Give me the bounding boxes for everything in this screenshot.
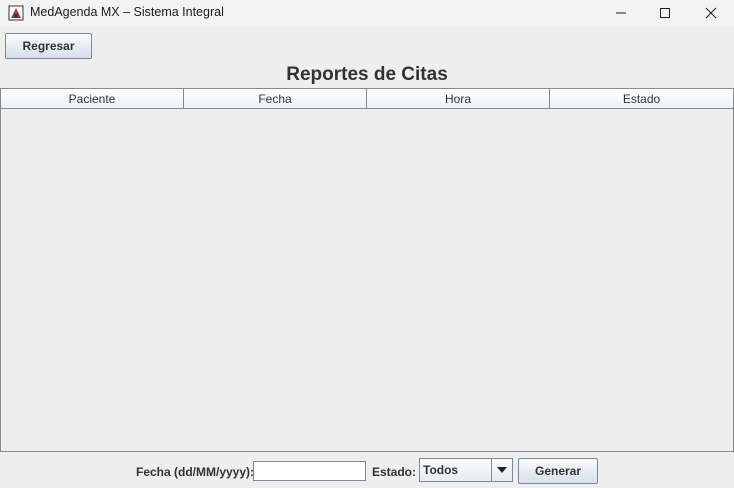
app-logo-icon [8, 5, 24, 21]
close-button[interactable] [688, 0, 734, 26]
page-title: Reportes de Citas [286, 64, 448, 85]
status-filter-value: Todos [423, 463, 459, 477]
chevron-down-icon[interactable] [491, 459, 512, 481]
column-header-fecha[interactable]: Fecha [184, 89, 367, 109]
back-button[interactable]: Regresar [5, 33, 92, 59]
generate-button[interactable]: Generar [518, 458, 598, 484]
appointments-table[interactable]: Paciente Fecha Hora Estado [0, 88, 734, 452]
date-filter-label: Fecha (dd/MM/yyyy): [136, 465, 255, 479]
title-bar: MedAgenda MX – Sistema Integral [0, 0, 734, 26]
date-filter-input[interactable] [253, 461, 366, 481]
maximize-button[interactable] [642, 0, 688, 26]
minimize-button[interactable] [598, 0, 644, 26]
table-body[interactable] [1, 109, 733, 451]
column-header-hora[interactable]: Hora [367, 89, 550, 109]
column-header-estado[interactable]: Estado [550, 89, 733, 109]
status-filter-select[interactable]: Todos [419, 458, 513, 482]
column-header-paciente[interactable]: Paciente [1, 89, 184, 109]
table-header: Paciente Fecha Hora Estado [1, 89, 733, 109]
window-title: MedAgenda MX – Sistema Integral [30, 5, 224, 19]
main-panel: Regresar Reportes de Citas Paciente Fech… [0, 26, 734, 488]
status-filter-label: Estado: [372, 465, 417, 479]
